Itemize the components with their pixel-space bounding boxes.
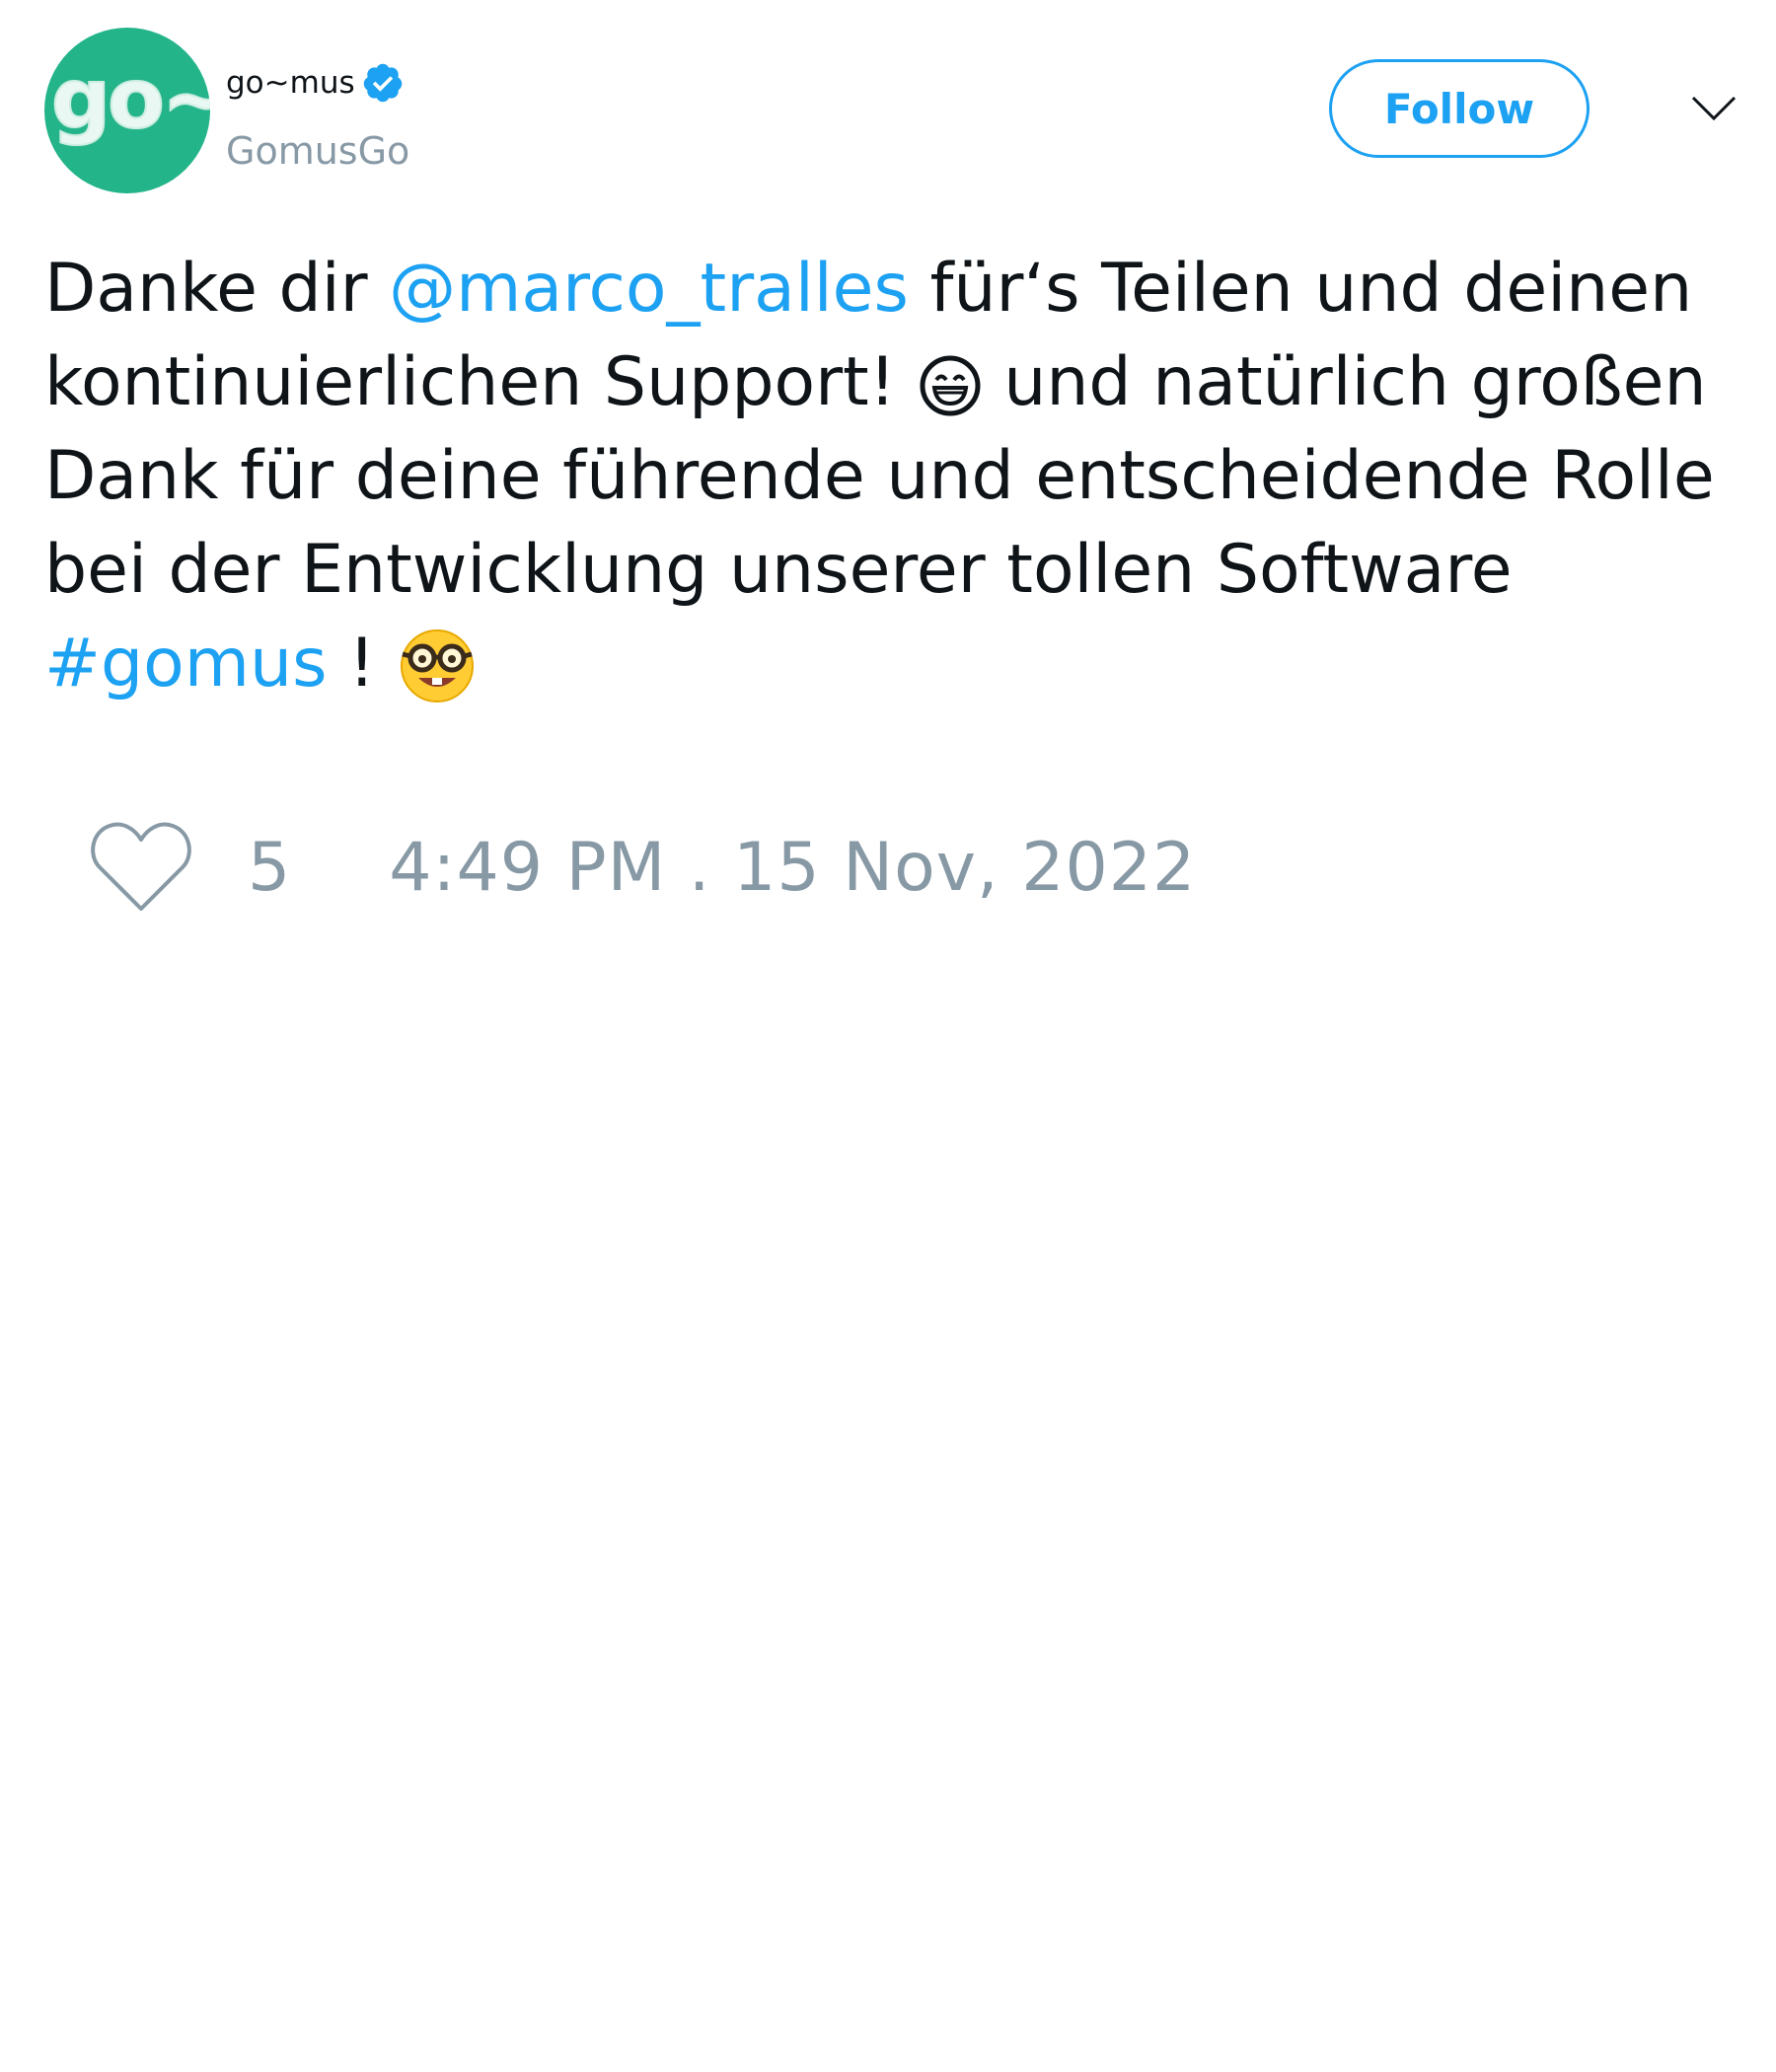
author-name-row: go~mus [226,61,405,105]
tweet-line: Dank für deine führende und entscheidend… [44,429,1761,523]
verified-badge-icon [361,61,405,105]
timestamp[interactable]: 4:49 PM . 15 Nov, 2022 [389,819,1196,918]
avatar[interactable]: go~ [44,28,210,193]
tweet-footer: 5 4:49 PM . 15 Nov, 2022 [89,819,1196,918]
tweet-card: go~ go~mus GomusGo Follow Danke dir @mar… [0,0,1776,2072]
tweet-text-segment: Danke dir [44,250,390,328]
tweet-text-segment: Dank für deine führende und entscheidend… [44,437,1715,515]
display-name[interactable]: go~mus [226,61,355,105]
like-button[interactable] [89,819,193,918]
chevron-down-icon [1690,94,1738,127]
tweet-line: #gomus ! [44,617,1761,710]
nerd-face-emoji [397,621,478,714]
hashtag-link[interactable]: #gomus [44,625,328,703]
avatar-logo-text: go~ [50,50,210,147]
tweet-text-segment: kontinuierlichen Support! [44,343,918,421]
tweet-line: bei der Entwicklung unserer tollen Softw… [44,523,1761,617]
tweet-text-segment: ! [327,625,398,703]
grinning-face-with-smiling-eyes-emoji [918,339,983,433]
tweet-line: Danke dir @marco_tralles für‘s Teilen un… [44,242,1761,335]
tweet-text-segment: und natürlich großen [982,343,1707,421]
like-count: 5 [248,829,291,907]
follow-button[interactable]: Follow [1329,59,1590,158]
mention-link[interactable]: @marco_tralles [389,250,909,328]
heart-icon [90,820,192,917]
tweet-text-segment: bei der Entwicklung unserer tollen Softw… [44,531,1513,609]
tweet-text: Danke dir @marco_tralles für‘s Teilen un… [44,242,1761,710]
tweet-text-segment: für‘s Teilen und deinen [908,250,1693,328]
tweet-line: kontinuierlichen Support! und natürlich … [44,335,1761,429]
more-options-button[interactable] [1684,81,1743,140]
author-handle[interactable]: GomusGo [226,126,409,176]
